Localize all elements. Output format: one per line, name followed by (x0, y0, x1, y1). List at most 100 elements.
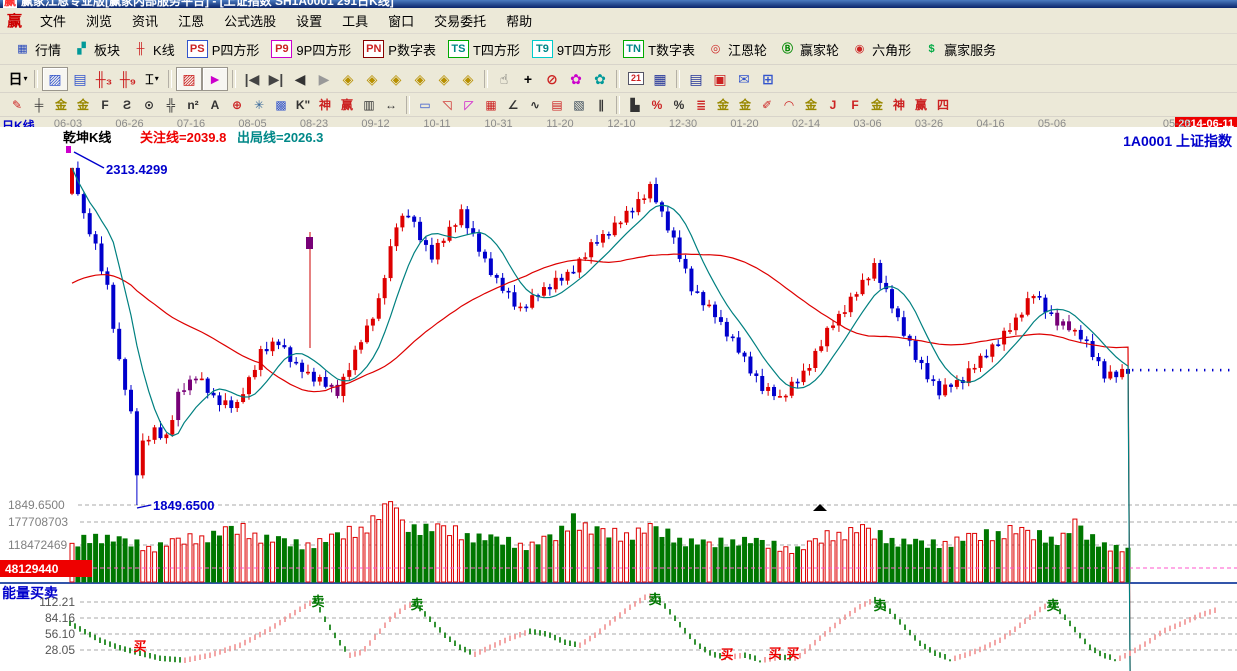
diamond-left-icon[interactable]: ◈ (336, 68, 360, 90)
j-angle-tool[interactable]: J (822, 95, 844, 114)
pencil-tool[interactable]: ✎ (6, 95, 28, 114)
menu-item-3[interactable]: 资讯 (122, 8, 168, 33)
bars-3-icon[interactable]: ╫₃ (92, 68, 116, 90)
trend-window-icon[interactable]: ▨ (42, 66, 68, 91)
wave-tool[interactable]: ∿ (524, 95, 546, 114)
gold-split-tool[interactable]: 金 (50, 95, 72, 114)
percent-red-tool[interactable]: % (646, 95, 668, 114)
prev-bar-icon[interactable]: ◀ (288, 68, 312, 90)
stat-column-tool[interactable]: ▙ (624, 95, 646, 114)
arc-tool[interactable]: ◠ (778, 95, 800, 114)
gold-ratio-tool[interactable]: 金 (72, 95, 94, 114)
period-day-dropdown[interactable]: 日 ▾ (6, 68, 30, 90)
five-line-tool[interactable]: ≣ (690, 95, 712, 114)
gann-grid-tool[interactable]: ╪ (28, 95, 50, 114)
web-grid-tool[interactable]: ▩ (270, 95, 292, 114)
winner-wheel-button[interactable]: Ⓑ 赢家轮 (773, 38, 845, 61)
zoom-disabled-icon[interactable]: ⊘ (540, 68, 564, 90)
k-quote-tool[interactable]: K" (292, 95, 314, 114)
ruler-tool[interactable]: ▥ (358, 95, 380, 114)
grid-dark-tool[interactable]: ▧ (568, 95, 590, 114)
quote-list-icon[interactable]: ▤ (68, 68, 92, 90)
fan-lines-tool[interactable]: ◹ (436, 95, 458, 114)
brush-tool[interactable]: ✐ (756, 95, 778, 114)
menu-item-5[interactable]: 公式选股 (214, 8, 286, 33)
menu-item-4[interactable]: 江恩 (168, 8, 214, 33)
gold-circle-tool[interactable]: 金 (712, 95, 734, 114)
p-square-button[interactable]: PS P四方形 (181, 38, 266, 61)
four-angle-tool[interactable]: 四 (932, 95, 954, 114)
chart-area[interactable]: 买卖卖卖买买买卖卖 2313.4299 1849.6500 乾坤K线 关注线=2039.… (0, 127, 1237, 671)
calculator-icon[interactable]: ▦ (648, 68, 672, 90)
shen-angle-tool[interactable]: 神 (888, 95, 910, 114)
calendar-21-icon[interactable]: 21 (624, 68, 648, 90)
save-icon[interactable]: ▣ (708, 68, 732, 90)
gann-flower-teal-icon[interactable]: ✿ (588, 68, 612, 90)
indicator-title: 乾坤K线 (63, 130, 111, 145)
mail-icon[interactable]: ✉ (732, 68, 756, 90)
diamond-x-icon[interactable]: ◈ (408, 68, 432, 90)
hand-tool-icon[interactable]: ☝ (492, 68, 516, 90)
t9-square-button[interactable]: T9 9T四方形 (526, 38, 617, 61)
quote-table-button[interactable]: ▦ 行情 (8, 38, 67, 61)
box-select-tool[interactable]: ▭ (414, 95, 436, 114)
menu-item-2[interactable]: 浏览 (76, 8, 122, 33)
chart-canvas[interactable]: 买卖卖卖买买买卖 卖2313.42991849.6500乾坤K线 关注线=2039.… (0, 127, 1237, 671)
menu-item-10[interactable]: 帮助 (496, 8, 542, 33)
grid-red-tool[interactable]: ▤ (546, 95, 568, 114)
gold-level-tool[interactable]: 金 (734, 95, 756, 114)
first-page-icon[interactable]: |◀ (240, 68, 264, 90)
f-angle-tool[interactable]: F (844, 95, 866, 114)
gann-wheel-button[interactable]: ◎ 江恩轮 (701, 38, 773, 61)
angle-line-tool[interactable]: ∠ (502, 95, 524, 114)
n-square-tool[interactable]: n² (182, 95, 204, 114)
diamond-expand-icon[interactable]: ◈ (384, 68, 408, 90)
percent-tool[interactable]: % (668, 95, 690, 114)
menu-item-6[interactable]: 设置 (286, 8, 332, 33)
volume-bar (854, 532, 860, 583)
last-page-icon-glyph: ▶| (268, 70, 284, 87)
profile-arrow-icon[interactable]: ► (202, 66, 228, 91)
net-tool[interactable]: ▦ (480, 95, 502, 114)
trend-red-icon[interactable]: ▨ (176, 66, 202, 91)
grid-tool[interactable]: ╬ (160, 95, 182, 114)
gold-angle-tool[interactable]: 金 (866, 95, 888, 114)
t-number-button[interactable]: TN T数字表 (617, 38, 701, 61)
parallel-tool[interactable]: ∥ (590, 95, 612, 114)
menu-item-1[interactable]: 文件 (30, 8, 76, 33)
menu-item-8[interactable]: 窗口 (378, 8, 424, 33)
diamond-grid-icon[interactable]: ◈ (456, 68, 480, 90)
gann-flower-magenta-icon[interactable]: ✿ (564, 68, 588, 90)
diamond-star-icon[interactable]: ◈ (432, 68, 456, 90)
menu-item-7[interactable]: 工具 (332, 8, 378, 33)
next-bar-icon[interactable]: ▶ (312, 68, 336, 90)
spiral-tool[interactable]: Ƨ (116, 95, 138, 114)
sector-button[interactable]: ▞ 板块 (67, 38, 126, 61)
p9-square-button[interactable]: P9 9P四方形 (265, 38, 357, 61)
report-icon[interactable]: ▤ (684, 68, 708, 90)
kline-button[interactable]: ╫ K线 (126, 38, 181, 61)
shen-tool[interactable]: 神 (314, 95, 336, 114)
angle-measure-tool[interactable]: A (204, 95, 226, 114)
starburst-tool[interactable]: ✳ (248, 95, 270, 114)
win-angle-tool[interactable]: 赢 (910, 95, 932, 114)
gold-column-tool[interactable]: 金 (800, 95, 822, 114)
gann-circle-tool[interactable]: ⊕ (226, 95, 248, 114)
hexagon-button[interactable]: ◉ 六角形 (845, 38, 917, 61)
winner-service-button[interactable]: $ 赢家服务 (917, 38, 1002, 61)
candle-style-dropdown[interactable]: ⌶ ▾ (140, 68, 164, 90)
last-page-icon[interactable]: ▶| (264, 68, 288, 90)
win-tool[interactable]: 赢 (336, 95, 358, 114)
p-number-button[interactable]: PN P数字表 (357, 38, 442, 61)
cycle-tool[interactable]: ⊙ (138, 95, 160, 114)
width-tool[interactable]: ↔ (380, 95, 402, 114)
volume-bar (352, 536, 358, 583)
menu-item-9[interactable]: 交易委托 (424, 8, 496, 33)
wedge-tool[interactable]: ◸ (458, 95, 480, 114)
remote-icon[interactable]: ⊞ (756, 68, 780, 90)
fibonacci-tool[interactable]: F (94, 95, 116, 114)
bars-9-icon[interactable]: ╫₉ (116, 68, 140, 90)
t-square-button[interactable]: TS T四方形 (442, 38, 526, 61)
crosshair-icon[interactable]: + (516, 68, 540, 90)
diamond-right-icon[interactable]: ◈ (360, 68, 384, 90)
